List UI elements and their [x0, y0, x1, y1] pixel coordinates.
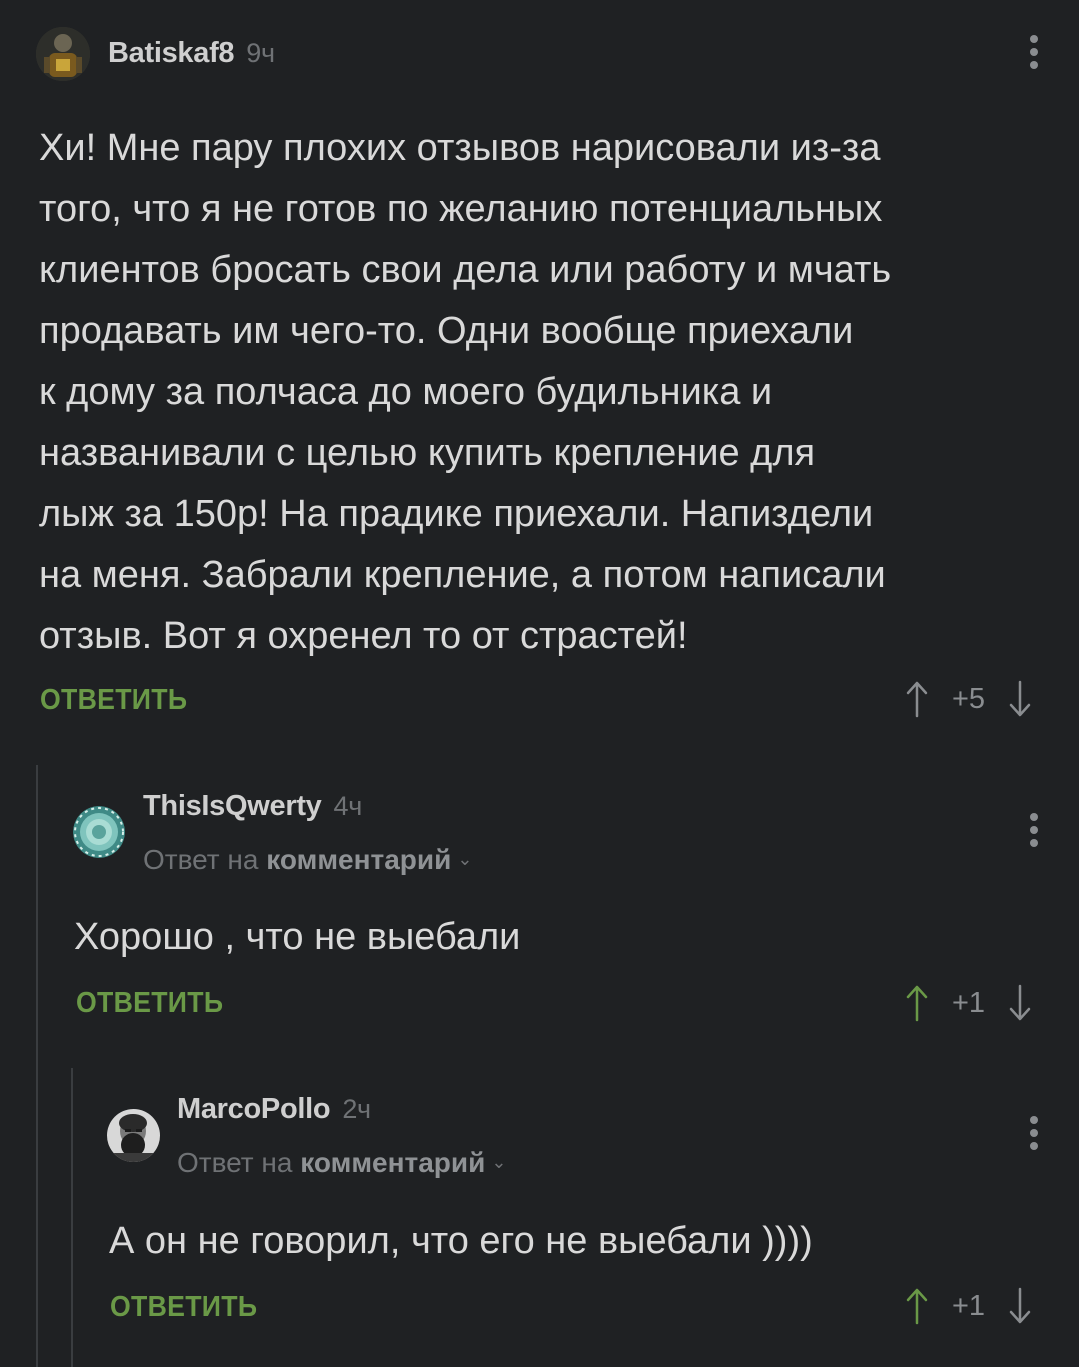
reply-to-target: комментарий: [266, 844, 452, 875]
author-name-text: MarcoPollo: [177, 1093, 331, 1125]
more-options-button[interactable]: [1029, 1116, 1039, 1156]
vote-controls: +1: [906, 984, 1031, 1022]
reply-to-prefix: Ответ на: [143, 844, 259, 875]
vote-score: +1: [952, 986, 986, 1019]
reply-button[interactable]: ОТВЕТИТЬ: [110, 1291, 257, 1324]
arrow-up-icon[interactable]: [906, 984, 928, 1022]
reply-to-prefix: Ответ на: [177, 1147, 293, 1178]
chevron-down-icon: ⌄: [457, 849, 473, 869]
author-name[interactable]: Batiskaf8 9ч: [108, 37, 275, 70]
author-name-text: Batiskaf8: [108, 37, 235, 69]
comment-marcopollo: MarcoPollo 2ч Ответ на комментарий ⌄ А он …: [0, 1063, 1079, 1367]
reply-to-target: комментарий: [300, 1147, 486, 1178]
comment-text: Хорошо , что не выебали: [74, 916, 521, 958]
arrow-down-icon[interactable]: [1009, 680, 1031, 718]
comment-batiskaf8: Batiskaf8 9ч Хи! Мне пару плохих отзывов …: [0, 0, 1079, 740]
avatar[interactable]: [36, 27, 90, 81]
comment-time: 4ч: [333, 791, 363, 821]
reply-button[interactable]: ОТВЕТИТЬ: [40, 684, 187, 717]
chevron-down-icon: ⌄: [491, 1152, 507, 1172]
avatar-image: [107, 1109, 160, 1162]
avatar[interactable]: [107, 1109, 160, 1162]
reply-button[interactable]: ОТВЕТИТЬ: [76, 987, 223, 1020]
author-name-text: ThisIsQwerty: [143, 790, 322, 822]
author-name[interactable]: MarcoPollo 2ч: [177, 1093, 371, 1126]
reply-to-link[interactable]: Ответ на комментарий ⌄: [143, 844, 472, 876]
vote-controls: +5: [906, 680, 1031, 718]
vote-score: +1: [952, 1289, 986, 1322]
more-options-button[interactable]: [1029, 35, 1039, 75]
kebab-menu-icon: [1030, 1116, 1038, 1124]
kebab-menu-icon: [1030, 35, 1038, 43]
arrow-up-icon[interactable]: [906, 680, 928, 718]
comment-time: 2ч: [342, 1094, 371, 1124]
kebab-menu-icon: [1030, 813, 1038, 821]
comment-thisisqwerty: ThisIsQwerty 4ч Ответ на комментарий ⌄ Хор…: [0, 760, 1079, 1060]
comment-time: 9ч: [246, 38, 275, 68]
arrow-down-icon[interactable]: [1009, 1287, 1031, 1325]
reply-to-link[interactable]: Ответ на комментарий ⌄: [177, 1147, 506, 1179]
avatar-image: [73, 806, 125, 858]
vote-score: +5: [952, 682, 986, 715]
comment-text: А он не говорил, что его не выебали )))): [109, 1220, 813, 1262]
more-options-button[interactable]: [1029, 813, 1039, 853]
avatar[interactable]: [73, 806, 125, 858]
avatar-image: [36, 27, 90, 81]
author-name[interactable]: ThisIsQwerty 4ч: [143, 790, 362, 823]
comment-text: Хи! Мне пару плохих отзывов нарисовали и…: [39, 127, 892, 657]
arrow-down-icon[interactable]: [1009, 984, 1031, 1022]
vote-controls: +1: [906, 1287, 1031, 1325]
arrow-up-icon[interactable]: [906, 1287, 928, 1325]
